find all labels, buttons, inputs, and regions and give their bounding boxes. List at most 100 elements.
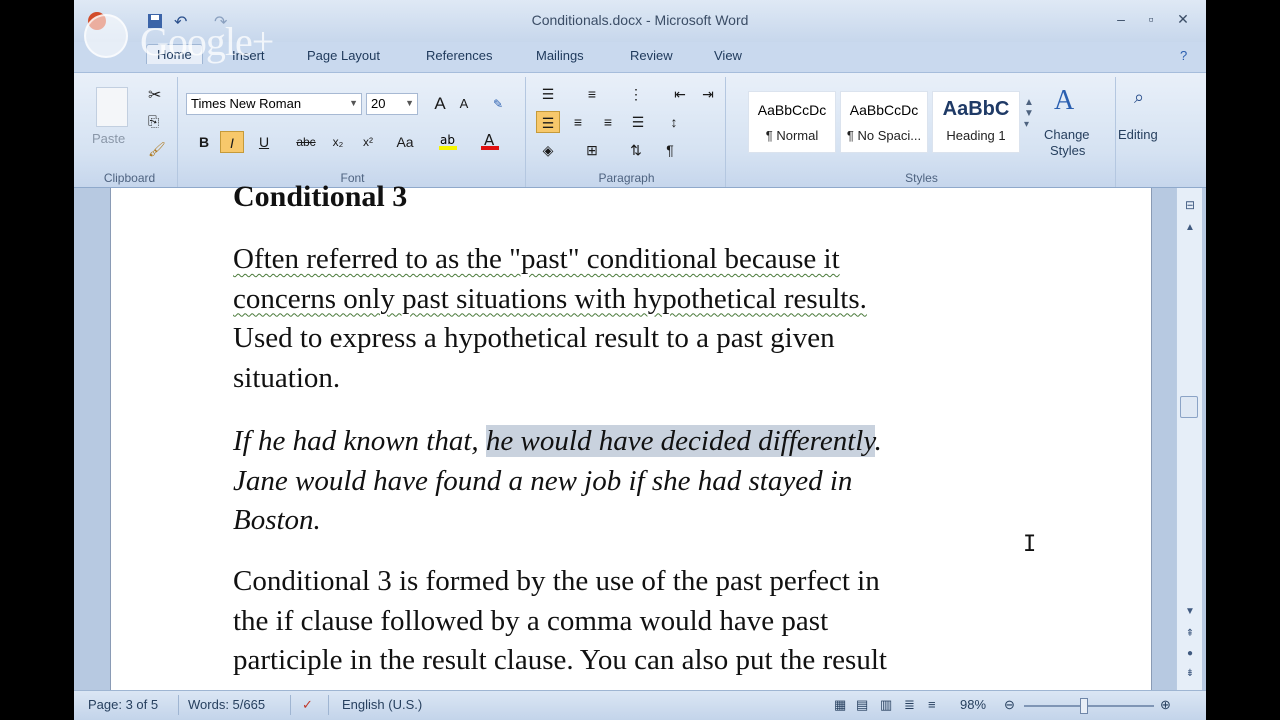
- change-styles-button-line2[interactable]: Styles: [1050, 143, 1085, 158]
- text-line: Conditional 3 is formed by the use of th…: [233, 565, 880, 597]
- strikethrough-button[interactable]: abc: [294, 131, 318, 153]
- outline-icon[interactable]: ≣: [904, 697, 915, 713]
- google-plus-logo: Google+: [80, 10, 320, 70]
- change-styles-button[interactable]: Change: [1044, 127, 1090, 142]
- decrease-indent-icon[interactable]: ⇤: [668, 83, 692, 105]
- full-screen-reading-icon[interactable]: ▤: [856, 697, 868, 713]
- styles-scroll-icon[interactable]: ▲ ▼ ▾: [1024, 97, 1034, 130]
- word-count[interactable]: Words: 5/665: [188, 697, 265, 712]
- print-layout-icon[interactable]: ▦: [834, 697, 846, 713]
- ruler-toggle-icon[interactable]: ⊟: [1181, 198, 1199, 212]
- vertical-scrollbar[interactable]: ⊟ ▲ ▼ ⇞ ● ⇟: [1176, 188, 1202, 690]
- paste-icon[interactable]: [96, 87, 128, 127]
- previous-page-icon[interactable]: ⇞: [1181, 628, 1199, 639]
- align-right-icon[interactable]: ≡: [596, 111, 620, 133]
- paragraph-group: ☰ ≡ ⋮ ⇤ ⇥ ☰ ≡ ≡ ☰ ↕ ◈ ⊞ ⇅ ¶ Paragraph: [528, 77, 726, 187]
- italic-button[interactable]: I: [220, 131, 244, 153]
- tab-references[interactable]: References: [426, 48, 492, 63]
- change-case-button[interactable]: Aa: [390, 131, 420, 153]
- browse-object-icon[interactable]: ●: [1181, 648, 1199, 659]
- divider: [178, 695, 179, 715]
- style-preview: AaBbCcDc: [757, 102, 827, 118]
- show-marks-button[interactable]: ¶: [658, 139, 682, 161]
- style-name: Heading 1: [946, 128, 1006, 143]
- zoom-slider-track[interactable]: [1024, 705, 1154, 707]
- zoom-slider-thumb[interactable]: [1080, 698, 1088, 714]
- tab-mailings[interactable]: Mailings: [536, 48, 584, 63]
- web-layout-icon[interactable]: ▥: [880, 697, 892, 713]
- align-center-icon[interactable]: ≡: [566, 111, 590, 133]
- styles-group-label: Styles: [905, 171, 938, 185]
- tab-review[interactable]: Review: [630, 48, 673, 63]
- paragraph-definition: Often referred to as the "past" conditio…: [233, 240, 1013, 398]
- sort-icon[interactable]: ⇅: [624, 139, 648, 161]
- clipboard-group-label: Clipboard: [103, 171, 156, 185]
- font-size-value: 20: [371, 96, 386, 111]
- language-indicator[interactable]: English (U.S.): [342, 697, 422, 712]
- text-line: Used to express a hypothetical result to…: [233, 322, 835, 354]
- divider: [290, 695, 291, 715]
- zoom-level[interactable]: 98%: [960, 697, 986, 712]
- font-family-select[interactable]: Times New Roman ▼: [186, 93, 362, 115]
- font-group: Times New Roman ▼ 20 ▼ A A ✎ B I U abc x…: [180, 77, 526, 187]
- minimize-button[interactable]: –: [1108, 8, 1134, 30]
- numbering-icon[interactable]: ≡: [580, 83, 604, 105]
- style-no-spacing[interactable]: AaBbCcDc ¶ No Spaci...: [840, 91, 928, 153]
- bold-button[interactable]: B: [192, 131, 216, 153]
- selected-text: he would have decided differently: [485, 425, 875, 457]
- chevron-down-icon: ▼: [405, 98, 414, 108]
- increase-indent-icon[interactable]: ⇥: [696, 83, 720, 105]
- logo-text: Google+: [140, 19, 274, 64]
- page-indicator[interactable]: Page: 3 of 5: [88, 697, 158, 712]
- font-color-icon[interactable]: A: [478, 131, 502, 153]
- close-button[interactable]: ✕: [1170, 8, 1196, 30]
- zoom-in-icon[interactable]: ⊕: [1160, 697, 1171, 713]
- paste-button[interactable]: Paste: [92, 131, 125, 146]
- change-styles-icon: A: [1054, 85, 1075, 116]
- hangout-icon: [84, 14, 128, 58]
- style-normal[interactable]: AaBbCcDc ¶ Normal: [748, 91, 836, 153]
- status-bar: Page: 3 of 5 Words: 5/665 ✓ English (U.S…: [74, 690, 1206, 720]
- style-heading-1[interactable]: AaBbC Heading 1: [932, 91, 1020, 153]
- text-line: participle in the result clause. You can…: [233, 644, 887, 676]
- justify-icon[interactable]: ☰: [626, 111, 650, 133]
- clear-formatting-icon[interactable]: ✎: [486, 93, 510, 115]
- svg-text:ab: ab: [440, 133, 455, 147]
- document-page[interactable]: Conditional 3 Often referred to as the "…: [110, 180, 1152, 690]
- paragraph-examples: If he had known that, he would have deci…: [233, 422, 1013, 541]
- shading-icon[interactable]: ◈: [536, 139, 560, 161]
- draft-icon[interactable]: ≡: [928, 697, 936, 712]
- font-size-select[interactable]: 20 ▼: [366, 93, 418, 115]
- superscript-button[interactable]: x²: [356, 131, 380, 153]
- copy-icon[interactable]: ⎘: [148, 113, 159, 130]
- document-area: Conditional 3 Often referred to as the "…: [74, 180, 1206, 690]
- subscript-button[interactable]: x₂: [326, 131, 350, 153]
- highlight-icon[interactable]: ab: [436, 131, 460, 153]
- underline-button[interactable]: U: [252, 131, 276, 153]
- bullets-icon[interactable]: ☰: [536, 83, 560, 105]
- multilevel-list-icon[interactable]: ⋮: [624, 83, 648, 105]
- line-spacing-icon[interactable]: ↕: [662, 111, 686, 133]
- text-cursor-icon: I: [1023, 532, 1037, 557]
- shrink-font-button[interactable]: A: [452, 93, 476, 115]
- editing-button[interactable]: Editing: [1118, 127, 1158, 142]
- maximize-button[interactable]: ▫: [1138, 8, 1164, 30]
- text-run: If he had known that,: [233, 425, 486, 457]
- format-painter-icon[interactable]: 🖌: [148, 141, 166, 158]
- cut-icon[interactable]: ✂: [148, 85, 161, 105]
- scroll-thumb[interactable]: [1180, 396, 1198, 418]
- section-heading: Conditional 3: [233, 180, 408, 213]
- scroll-down-icon[interactable]: ▼: [1181, 606, 1199, 617]
- tab-view[interactable]: View: [714, 48, 742, 63]
- grow-font-button[interactable]: A: [428, 93, 452, 115]
- next-page-icon[interactable]: ⇟: [1181, 668, 1199, 679]
- style-preview: AaBbCcDc: [849, 102, 919, 118]
- zoom-out-icon[interactable]: ⊖: [1004, 697, 1015, 713]
- help-icon[interactable]: ?: [1180, 48, 1187, 63]
- scroll-up-icon[interactable]: ▲: [1181, 222, 1199, 233]
- align-left-icon[interactable]: ☰: [536, 111, 560, 133]
- editing-group: ⌕ Editing: [1118, 77, 1174, 187]
- word-window: ↶ ↷ Conditionals.docx - Microsoft Word –…: [74, 0, 1206, 720]
- proofing-icon[interactable]: ✓: [302, 697, 313, 713]
- borders-icon[interactable]: ⊞: [580, 139, 604, 161]
